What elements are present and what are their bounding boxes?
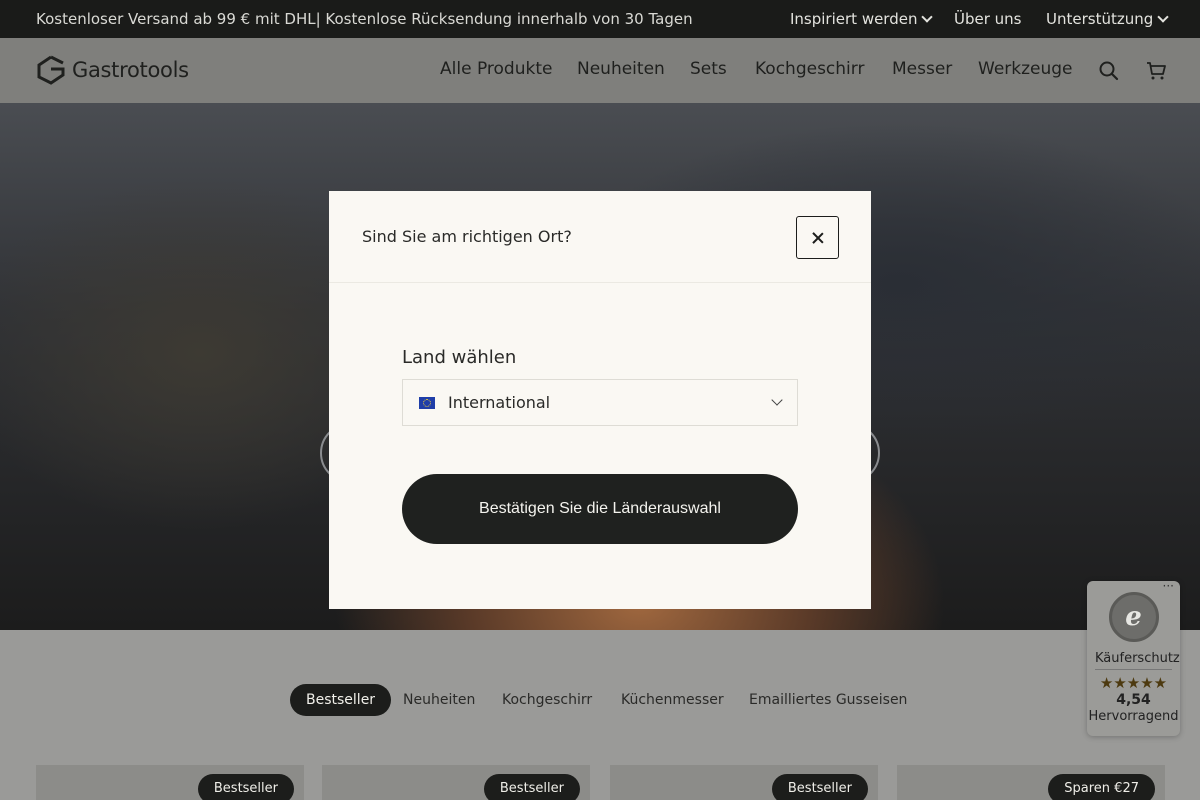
rating-stars: ★★★★★ (1099, 674, 1168, 692)
tab-kitchen-knives[interactable]: Küchenmesser (621, 684, 724, 716)
country-modal: Sind Sie am richtigen Ort? Land wählen I… (329, 191, 871, 609)
product-card[interactable]: Sparen €27 (897, 765, 1165, 800)
nav-tools[interactable]: Werkzeuge (978, 59, 1073, 79)
product-badge: Bestseller (197, 774, 294, 800)
product-card[interactable]: Bestseller (36, 765, 304, 800)
chevron-down-icon (771, 394, 783, 406)
nav-new[interactable]: Neuheiten (577, 59, 665, 79)
tab-cookware[interactable]: Kochgeschirr (502, 684, 592, 716)
modal-title: Sind Sie am richtigen Ort? (362, 227, 572, 246)
country-label: Land wählen (402, 347, 517, 368)
chevron-down-icon (921, 11, 934, 23)
seal-letter: e (1125, 602, 1142, 632)
nav-all-products[interactable]: Alle Produkte (440, 59, 552, 79)
announcement-bar: Kostenloser Versand ab 99 € mit DHL| Kos… (0, 0, 1200, 38)
inspire-menu-label: Inspiriert werden (790, 10, 918, 28)
promo-text: Kostenloser Versand ab 99 € mit DHL| Kos… (36, 10, 693, 28)
product-card[interactable]: Bestseller (610, 765, 878, 800)
product-badge: Bestseller (771, 774, 868, 800)
eu-flag-icon (419, 397, 435, 409)
modal-header: Sind Sie am richtigen Ort? (329, 191, 871, 283)
country-select-value: International (448, 393, 551, 412)
close-button[interactable] (796, 216, 839, 259)
product-badge: Bestseller (483, 774, 580, 800)
inspire-menu[interactable]: Inspiriert werden (790, 10, 934, 28)
trusted-shops-seal-icon: e (1108, 592, 1159, 642)
category-tabs: Bestseller Neuheiten Kochgeschirr Küchen… (0, 684, 1200, 716)
site-header: Gastrotools Alle Produkte Neuheiten Sets… (0, 38, 1200, 103)
chevron-down-icon (1157, 11, 1169, 23)
logo-text: Gastrotools (72, 58, 189, 82)
country-select[interactable]: International (402, 379, 798, 426)
tab-bestseller[interactable]: Bestseller (290, 684, 392, 716)
cart-icon[interactable] (1145, 60, 1167, 82)
tab-enameled-cast-iron[interactable]: Emailliertes Gusseisen (749, 684, 907, 716)
product-badge: Sparen €27 (1048, 774, 1155, 800)
confirm-country-button[interactable]: Bestätigen Sie die Länderauswahl (402, 474, 798, 544)
rating-score: 4,54 (1116, 692, 1151, 708)
more-options-icon[interactable]: ··· (1163, 579, 1174, 593)
about-link[interactable]: Über uns (954, 10, 1022, 28)
support-menu-label: Unterstützung (1046, 10, 1154, 28)
logo[interactable]: Gastrotools (36, 55, 189, 85)
search-icon[interactable] (1098, 60, 1120, 82)
product-card[interactable]: Bestseller (322, 765, 590, 800)
tab-new[interactable]: Neuheiten (403, 684, 475, 716)
nav-knives[interactable]: Messer (892, 59, 952, 79)
support-menu[interactable]: Unterstützung (1046, 10, 1169, 28)
rating-verdict: Hervorragend (1088, 709, 1179, 724)
nav-cookware[interactable]: Kochgeschirr (755, 59, 864, 79)
logo-mark-icon (37, 55, 65, 85)
nav-sets[interactable]: Sets (690, 59, 727, 79)
buyer-protection-label: Käuferschutz (1095, 651, 1180, 670)
trusted-shops-badge[interactable]: ··· e Käuferschutz ★★★★★ 4,54 Hervorrage… (1087, 579, 1180, 736)
